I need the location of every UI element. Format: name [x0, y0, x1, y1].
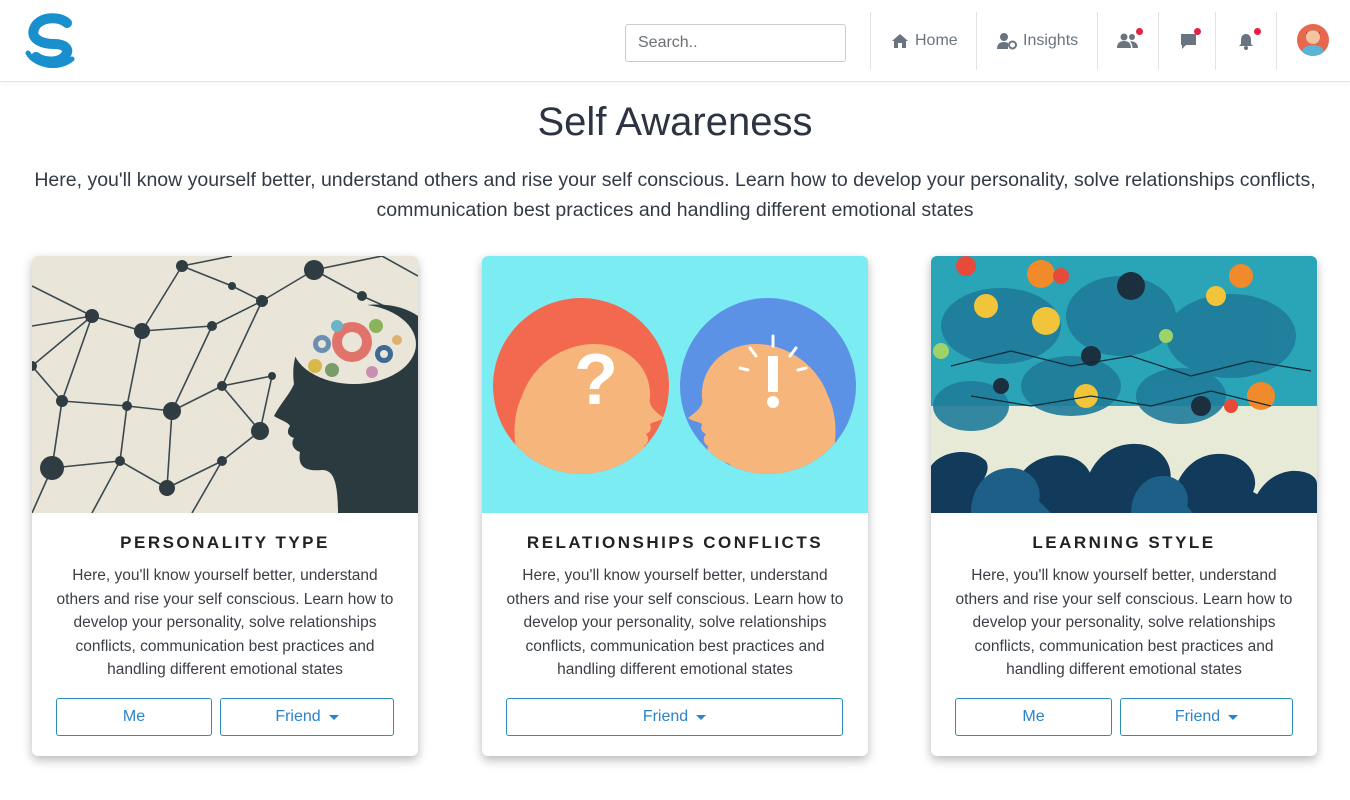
nav-insights[interactable]: Insights [997, 26, 1078, 56]
card-description: Here, you'll know yourself better, under… [955, 567, 1293, 678]
card-title: RELATIONSHIPS CONFLICTS [526, 533, 824, 552]
card-title: LEARNING STYLE [1032, 533, 1216, 552]
caret-down-icon [696, 715, 707, 720]
notification-dot [1254, 28, 1261, 35]
bell-icon [1239, 33, 1253, 50]
nav-divider [1276, 12, 1277, 70]
nav-divider [1215, 12, 1216, 70]
page-intro: Here, you'll know yourself better, under… [34, 169, 1316, 221]
me-button[interactable]: Me [955, 698, 1112, 736]
user-avatar[interactable] [1297, 24, 1329, 56]
card-description: Here, you'll know yourself better, under… [56, 567, 394, 678]
avatar-image [1297, 24, 1329, 56]
card-relationships-conflicts: ? RELATIONSHIPS CONFLICTS Here, you'll k… [482, 256, 868, 756]
notification-dot [1194, 28, 1201, 35]
card-personality-type: PERSONALITY TYPE Here, you'll know yours… [32, 256, 418, 756]
user-cog-icon [997, 33, 1017, 50]
nav-insights-label: Insights [1023, 32, 1079, 49]
card-image [32, 256, 418, 513]
card-description: Here, you'll know yourself better, under… [506, 567, 844, 678]
me-button-label: Me [122, 708, 146, 725]
card-title: PERSONALITY TYPE [120, 533, 330, 552]
two-heads-illustration: ? [482, 256, 868, 513]
me-button[interactable]: Me [56, 698, 212, 736]
nav-divider [870, 12, 871, 70]
page-title: Self Awareness [537, 100, 813, 144]
learning-heads-illustration [931, 256, 1317, 513]
top-navbar: Home Insights [0, 0, 1350, 82]
nav-home[interactable]: Home [891, 26, 958, 56]
home-icon [892, 34, 908, 48]
users-icon [1117, 33, 1138, 48]
search-input[interactable] [625, 24, 846, 62]
friend-button-label: Friend [275, 708, 321, 725]
nav-divider [1097, 12, 1098, 70]
caret-down-icon [1228, 715, 1239, 720]
card-learning-style: LEARNING STYLE Here, you'll know yoursel… [931, 256, 1317, 756]
chat-icon [1180, 33, 1196, 49]
friend-dropdown-button[interactable]: Friend [1120, 698, 1293, 736]
nav-divider [1158, 12, 1159, 70]
friend-dropdown-button[interactable]: Friend [506, 698, 843, 736]
nav-divider [976, 12, 977, 70]
caret-down-icon [328, 715, 339, 720]
brand-logo[interactable] [24, 13, 82, 69]
me-button-label: Me [1022, 708, 1045, 725]
network-head-illustration [32, 256, 418, 513]
notification-dot [1136, 28, 1143, 35]
friend-dropdown-button[interactable]: Friend [220, 698, 394, 736]
card-image [931, 256, 1317, 513]
card-image: ? [482, 256, 868, 513]
friend-button-label: Friend [642, 708, 689, 725]
nav-home-label: Home [915, 32, 958, 49]
friend-button-label: Friend [1174, 708, 1221, 725]
svg-text:?: ? [574, 340, 618, 420]
